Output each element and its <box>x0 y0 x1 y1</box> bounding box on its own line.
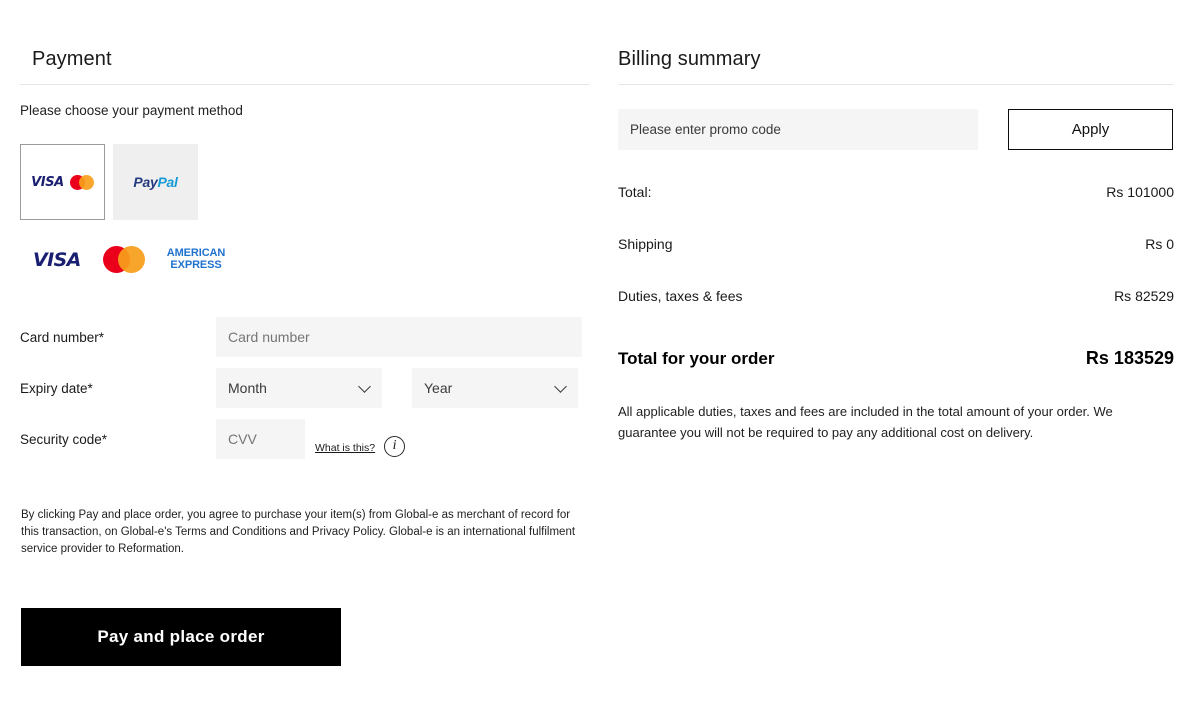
expiry-date-label: Expiry date* <box>20 381 93 396</box>
summary-line-total: Total: Rs 101000 <box>618 183 1174 202</box>
pay-and-place-order-button[interactable]: Pay and place order <box>21 607 341 666</box>
cvv-group: What is this? i <box>216 419 406 459</box>
promo-code-row: Apply <box>618 109 1174 150</box>
card-number-row: Card number* <box>20 317 590 357</box>
amex-brand-icon: AMERICAN EXPRESS <box>166 247 226 271</box>
security-code-label: Security code* <box>20 432 108 447</box>
info-icon[interactable]: i <box>384 435 406 457</box>
expiry-year-value: Year <box>424 380 453 396</box>
promo-code-input[interactable] <box>618 109 978 150</box>
mastercard-brand-icon <box>102 246 145 273</box>
summary-line-shipping: Shipping Rs 0 <box>618 235 1174 254</box>
cvv-input[interactable] <box>216 419 305 459</box>
visa-icon: VISA <box>31 174 64 190</box>
summary-value: Rs 0 <box>1145 236 1174 252</box>
payment-heading: Payment <box>32 48 112 70</box>
apply-promo-button[interactable]: Apply <box>1008 109 1173 150</box>
summary-label: Shipping <box>618 236 673 252</box>
security-code-row: Security code* What is this? i <box>20 419 590 459</box>
summary-label: Duties, taxes & fees <box>618 288 743 304</box>
expiry-date-row: Expiry date* Month Year <box>20 368 590 408</box>
choose-payment-method-text: Please choose your payment method <box>20 103 243 118</box>
paypal-icon: PayPal <box>133 174 178 190</box>
card-number-input[interactable] <box>216 317 582 357</box>
order-total-row: Total for your order Rs 183529 <box>618 348 1174 369</box>
mastercard-icon <box>69 174 94 190</box>
chevron-down-icon <box>554 380 567 393</box>
checkout-page: Payment Please choose your payment metho… <box>0 0 1196 718</box>
summary-value: Rs 101000 <box>1106 184 1174 200</box>
billing-summary-heading: Billing summary <box>618 48 761 70</box>
payment-column: Payment Please choose your payment metho… <box>20 0 590 666</box>
billing-divider <box>618 84 1174 85</box>
card-form: Card number* Expiry date* Month Year <box>20 317 590 459</box>
payment-method-card-tile[interactable]: VISA <box>20 144 105 220</box>
summary-label: Total: <box>618 184 652 200</box>
order-total-value: Rs 183529 <box>1085 348 1174 368</box>
summary-line-duties: Duties, taxes & fees Rs 82529 <box>618 287 1174 306</box>
summary-value: Rs 82529 <box>1114 288 1174 304</box>
what-is-this-link[interactable]: What is this? <box>315 424 375 454</box>
billing-summary-column: Billing summary Apply Total: Rs 101000 S… <box>618 0 1174 456</box>
legal-disclaimer: By clicking Pay and place order, you agr… <box>21 509 576 555</box>
expiry-month-select[interactable]: Month <box>216 368 382 408</box>
chevron-down-icon <box>358 380 371 393</box>
order-total-label: Total for your order <box>618 349 775 368</box>
expiry-year-select[interactable]: Year <box>412 368 578 408</box>
accepted-card-brands: VISA AMERICAN EXPRESS <box>20 246 590 273</box>
expiry-month-value: Month <box>228 380 267 396</box>
card-tile-logos: VISA <box>31 174 94 190</box>
payment-method-paypal-tile[interactable]: PayPal <box>113 144 198 220</box>
visa-brand-icon: VISA <box>33 248 81 271</box>
payment-method-tiles: VISA PayPal <box>20 144 590 220</box>
card-number-label: Card number* <box>20 330 105 345</box>
duties-included-note: All applicable duties, taxes and fees ar… <box>618 404 1113 440</box>
